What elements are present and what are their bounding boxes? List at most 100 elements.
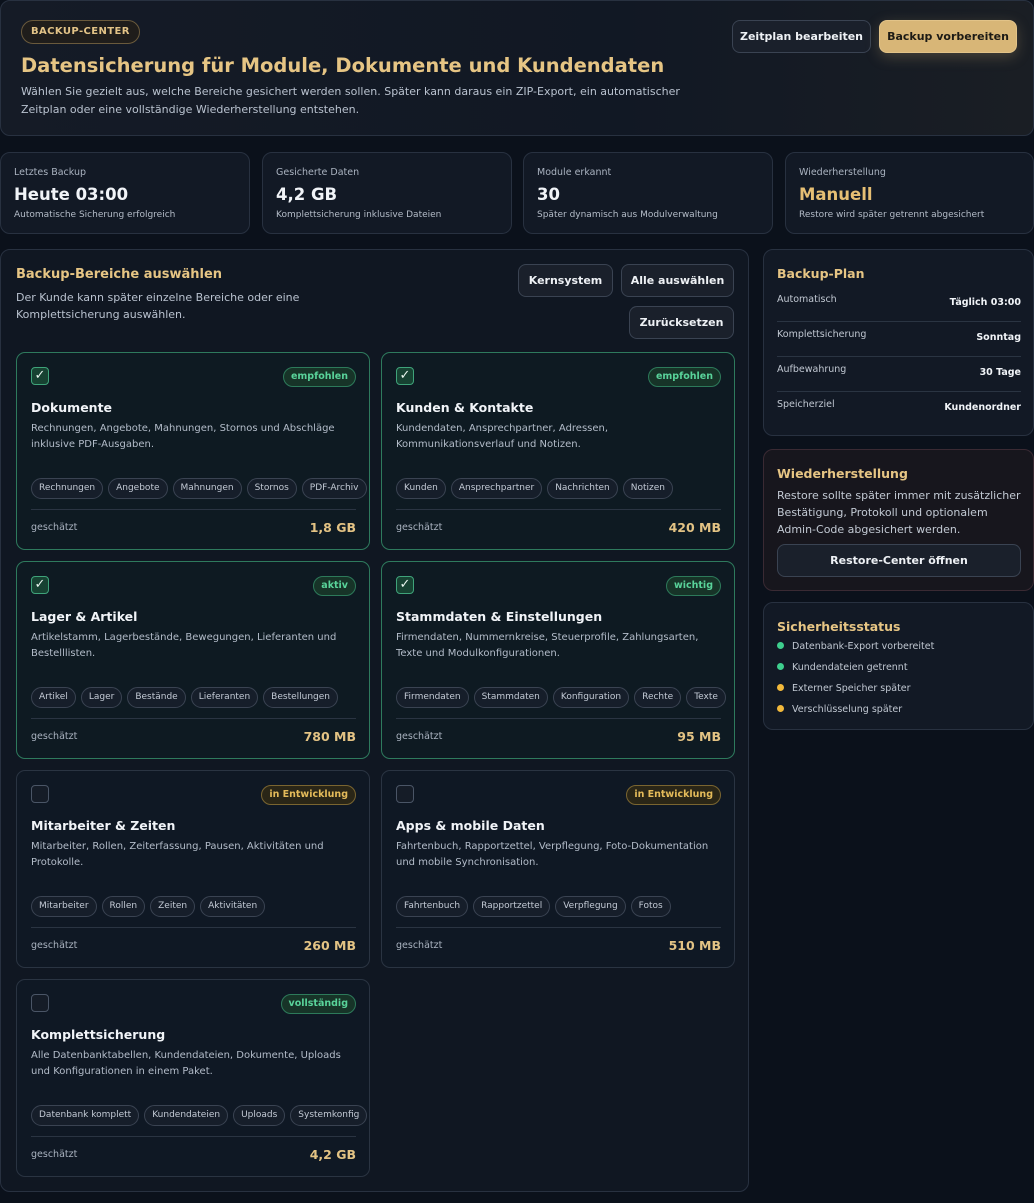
backup-plan-panel: Backup-Plan Automatisch Täglich 03:00 Ko…	[763, 249, 1034, 436]
selection-title: Backup-Bereiche auswählen	[16, 267, 223, 282]
card-description: Alle Datenbanktabellen, Kundendateien, D…	[31, 1050, 341, 1077]
stat-subtext: Restore wird später getrennt abgesichert	[799, 210, 985, 220]
tag: Stornos	[246, 478, 297, 499]
backup-card-mitarbeiter-und-zeiten[interactable]: in Entwicklung Mitarbeiter & Zeiten Mita…	[16, 770, 370, 968]
card-description: Fahrtenbuch, Rapportzettel, Verpflegung,…	[396, 841, 709, 868]
tag: Notizen	[622, 478, 673, 499]
tag: Nachrichten	[547, 478, 618, 499]
stat-value: Manuell	[799, 185, 873, 204]
tag: Fotos	[630, 896, 671, 917]
security-status-panel: Sicherheitsstatus Datenbank-Export vorbe…	[763, 602, 1034, 730]
divider	[777, 391, 1021, 392]
backup-plan-title: Backup-Plan	[777, 266, 865, 281]
plan-key: Speicherziel	[777, 399, 835, 410]
card-checkbox[interactable]: ✓	[396, 367, 414, 385]
security-item: Verschlüsselung später	[777, 704, 902, 715]
card-checkbox[interactable]: ✓	[31, 576, 49, 594]
security-item: Externer Speicher später	[777, 683, 911, 694]
page-title: Datensicherung für Module, Dokumente und…	[21, 54, 665, 77]
tag: PDF-Archiv	[301, 478, 367, 499]
divider	[31, 509, 356, 510]
divider	[396, 718, 721, 719]
estimate-label: geschätzt	[31, 940, 78, 951]
status-badge: empfohlen	[647, 367, 721, 387]
stat-subtext: Später dynamisch aus Modulverwaltung	[537, 210, 718, 220]
divider	[396, 509, 721, 510]
stat-last-backup: Letztes Backup Heute 03:00 Automatische …	[0, 152, 250, 234]
tag-list: Firmendaten Stammdaten Konfiguration Rechte…	[396, 687, 726, 708]
divider	[777, 356, 1021, 357]
stat-value: Heute 03:00	[14, 185, 129, 204]
tag: Angebote	[108, 478, 168, 499]
backup-card-lager-und-artikel[interactable]: ✓ aktiv Lager & Artikel Artikelstamm, La…	[16, 561, 370, 759]
backup-card-stammdaten-und-einstellungen[interactable]: ✓ wichtig Stammdaten & Einstellungen Fir…	[381, 561, 735, 759]
card-title: Komplettsicherung	[31, 1027, 166, 1042]
tag: Zeiten	[150, 896, 196, 917]
estimated-size: 420 MB	[668, 520, 721, 535]
tag: Rechnungen	[31, 478, 104, 499]
tag: Kundendateien	[144, 1105, 229, 1126]
stat-value: 30	[537, 185, 560, 204]
estimated-size: 95 MB	[677, 729, 721, 744]
backup-selection-panel: Backup-Bereiche auswählen Der Kunde kann…	[0, 249, 749, 1192]
status-badge: aktiv	[313, 576, 356, 596]
status-badge: empfohlen	[282, 367, 356, 387]
edit-schedule-button[interactable]: Zeitplan bearbeiten	[732, 20, 871, 53]
security-title: Sicherheitsstatus	[777, 619, 901, 634]
card-checkbox[interactable]	[396, 785, 414, 803]
card-checkbox[interactable]	[31, 994, 49, 1012]
card-checkbox[interactable]: ✓	[396, 576, 414, 594]
open-restore-center-button[interactable]: Restore-Center öffnen	[777, 544, 1021, 577]
status-dot-icon	[777, 684, 784, 691]
stat-label: Letztes Backup	[14, 167, 87, 178]
backup-card-dokumente[interactable]: ✓ empfohlen Dokumente Rechnungen, Angebo…	[16, 352, 370, 550]
card-title: Apps & mobile Daten	[396, 818, 545, 833]
card-checkbox[interactable]: ✓	[31, 367, 49, 385]
tag-list: Mitarbeiter Rollen Zeiten Aktivitäten	[31, 896, 266, 917]
tag-list: Artikel Lager Bestände Lieferanten Bestellun…	[31, 687, 339, 708]
security-item-label: Kundendateien getrennt	[792, 662, 908, 673]
tag: Datenbank komplett	[31, 1105, 140, 1126]
estimated-size: 4,2 GB	[309, 1147, 356, 1162]
page-description: Wählen Sie gezielt aus, welche Bereiche …	[21, 85, 680, 116]
prepare-backup-button[interactable]: Backup vorbereiten	[879, 20, 1017, 53]
plan-row-aufbewahrung: Aufbewahrung 30 Tage	[777, 358, 1021, 392]
backup-card-apps-und-mobile-daten[interactable]: in Entwicklung Apps & mobile Daten Fahrt…	[381, 770, 735, 968]
stat-label: Gesicherte Daten	[276, 167, 360, 178]
estimate-label: geschätzt	[31, 522, 78, 533]
tag-list: Fahrtenbuch Rapportzettel Verpflegung Fotos	[396, 896, 671, 917]
security-item-label: Externer Speicher später	[792, 683, 911, 694]
status-dot-icon	[777, 663, 784, 670]
estimate-label: geschätzt	[31, 1149, 78, 1160]
tag: Artikel	[31, 687, 76, 708]
restore-description: Restore sollte später immer mit zusätzli…	[777, 489, 1021, 536]
plan-key: Automatisch	[777, 294, 837, 305]
tag: Fahrtenbuch	[396, 896, 469, 917]
tag: Lager	[80, 687, 123, 708]
security-item: Kundendateien getrennt	[777, 662, 908, 673]
select-all-button[interactable]: Alle auswählen	[621, 264, 734, 297]
tag: Systemkonfig	[290, 1105, 368, 1126]
stat-label: Wiederherstellung	[799, 167, 886, 178]
card-checkbox[interactable]	[31, 785, 49, 803]
plan-key: Komplettsicherung	[777, 329, 867, 340]
estimate-label: geschätzt	[396, 522, 443, 533]
core-system-button[interactable]: Kernsystem	[518, 264, 613, 297]
reset-selection-button[interactable]: Zurücksetzen	[629, 306, 734, 339]
status-badge: in Entwicklung	[626, 785, 721, 805]
tag: Rapportzettel	[473, 896, 551, 917]
plan-row-komplettsicherung: Komplettsicherung Sonntag	[777, 323, 1021, 357]
tag: Lieferanten	[190, 687, 259, 708]
divider	[777, 321, 1021, 322]
backup-card-komplettsicherung[interactable]: vollständig Komplettsicherung Alle Daten…	[16, 979, 370, 1177]
stat-restore-mode: Wiederherstellung Manuell Restore wird s…	[785, 152, 1034, 234]
plan-value: 30 Tage	[979, 367, 1021, 378]
card-title: Lager & Artikel	[31, 609, 138, 624]
tag-list: Kunden Ansprechpartner Nachrichten Notizen	[396, 478, 673, 499]
plan-value: Kundenordner	[944, 402, 1021, 413]
stat-label: Module erkannt	[537, 167, 612, 178]
plan-row-automatisch: Automatisch Täglich 03:00	[777, 288, 1021, 322]
estimated-size: 1,8 GB	[309, 520, 356, 535]
backup-card-kunden-und-kontakte[interactable]: ✓ empfohlen Kunden & Kontakte Kundendate…	[381, 352, 735, 550]
tag: Verpflegung	[555, 896, 626, 917]
